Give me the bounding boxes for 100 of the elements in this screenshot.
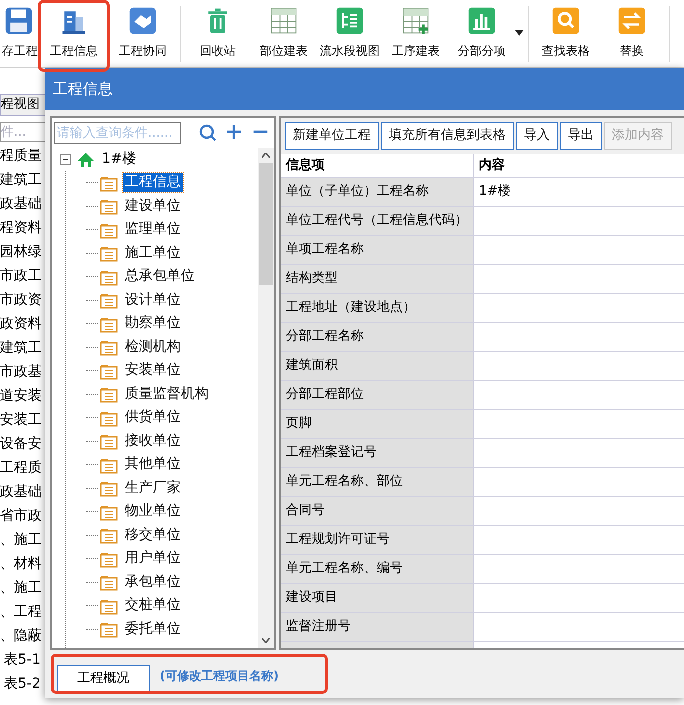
list-item[interactable]: 安装工 [0,408,45,432]
scrollbar[interactable] [258,148,274,648]
folder-icon [100,197,118,216]
tree-item[interactable]: 设计单位 [123,290,183,310]
tree-item[interactable]: 生产厂家 [123,478,183,498]
table-cell: 页脚 [281,410,474,438]
list-item[interactable]: 、隐蔽 [0,624,45,648]
list-item[interactable]: 、施工 [0,528,45,552]
tree-item[interactable]: 工程信息 [123,173,183,192]
toolbar-button[interactable]: 部位建表 [251,0,317,68]
toolbar-button[interactable]: 工程信息 [38,0,110,72]
tab[interactable]: 程视图 [0,94,45,116]
toolbar-button[interactable]: 导出 [560,122,602,150]
tree-item[interactable]: 质量监督机构 [123,384,211,404]
dropdown-arrow-icon[interactable] [515,30,524,36]
list-item[interactable]: 政资料 [0,312,45,336]
folder-icon [100,526,118,544]
tree-item[interactable]: 移交单位 [123,526,183,545]
folder-icon [100,244,118,262]
tree-item[interactable]: 建设单位 [123,196,183,216]
toolbar-button[interactable]: 流水段视图 [317,0,383,68]
toolbar-button[interactable]: 填充所有信息到表格 [381,122,514,150]
list-item[interactable]: 政基础 [0,480,45,504]
tree-item[interactable]: 物业单位 [123,502,183,522]
list-item[interactable]: 、施工 [0,576,45,600]
list-item[interactable]: 表5-2 [0,672,45,696]
table-cell: 单元工程名称、编号 [281,555,474,583]
list-item[interactable]: 道安装 [0,384,45,408]
list-item[interactable]: 、材料 [0,552,45,576]
list-item[interactable]: 市政资 [0,288,45,312]
toolbar-button[interactable]: 分部分项 [449,0,515,68]
list-item[interactable]: 建筑工 [0,336,45,360]
table-cell: 单位（子单位）工程名称 [281,178,474,206]
tree-item[interactable]: 安装单位 [123,361,183,380]
list-item[interactable]: 市政工 [0,264,45,288]
table-cell: 单位工程代号（工程信息代码） [281,207,474,235]
table-cell: 结构类型 [281,265,474,293]
list-item[interactable]: 建筑工 [0,168,45,192]
scroll-down-icon[interactable] [262,638,270,643]
table-cell: 建设项目 [281,584,474,612]
list-item[interactable]: 表5-1 [0,648,45,672]
folder-icon [100,573,118,592]
hint-text: (可修改工程项目名称) [160,668,279,686]
toolbar-button[interactable]: 存工程 [0,0,38,68]
table-cell: 分部工程名称 [281,323,474,351]
list-item[interactable]: 市政基 [0,360,45,384]
search-icon [551,6,581,36]
scroll-up-icon[interactable] [262,153,270,158]
toolbar-button[interactable]: 工序建表 [383,0,449,68]
tree-item[interactable]: 供货单位 [123,408,183,428]
toolbar-button[interactable]: 回收站 [185,0,251,68]
column-header: 信息项 [281,154,474,177]
tree-item[interactable]: 承包单位 [123,572,183,592]
window-title: 工程信息 [45,68,684,110]
scroll-thumb[interactable] [259,163,273,285]
tree-item[interactable]: 交桩单位 [123,596,183,616]
collapse-icon[interactable] [60,154,71,165]
tree-item[interactable]: 其他单位 [123,455,183,474]
tree-item[interactable]: 接收单位 [123,432,183,451]
house-icon [77,152,95,168]
folder-icon [100,479,118,498]
list-item[interactable]: 工程质 [0,456,45,480]
table-add-icon [401,6,431,36]
table-cell: 工程档案登记号 [281,439,474,467]
tree-item[interactable]: 施工单位 [123,244,183,263]
list-item[interactable]: 、工程 [0,600,45,624]
toolbar-button[interactable]: 工程协同 [110,0,176,68]
swap-icon [617,6,647,36]
folder-icon [100,338,118,356]
tree-item[interactable]: 用户单位 [123,549,183,568]
search-icon[interactable] [199,124,217,142]
tree-item[interactable]: 1#楼 [101,149,138,170]
tab[interactable]: 工程概况 [57,665,150,692]
toolbar-button[interactable]: 新建单位工程 [285,122,379,150]
table-cell: 工程规划许可证号 [281,526,474,554]
tree-item[interactable]: 监理单位 [123,220,183,240]
tree-item[interactable]: 检测机构 [123,338,183,357]
table-cell: 单元工程名称、部位 [281,468,474,496]
search-field[interactable]: 请输入查询条件...... [54,122,181,144]
table-icon [269,6,299,36]
list-item[interactable]: 设备安 [0,432,45,456]
folder-icon [100,291,118,310]
table-cell: 监督注册号 [281,613,474,641]
toolbar-button[interactable]: 查找表格 [533,0,599,68]
tree-item[interactable]: 勘察单位 [123,314,183,334]
list-item[interactable]: 园林绿 [0,240,45,264]
add-button[interactable]: + [225,123,244,143]
list-item[interactable]: 政基础 [0,192,45,216]
table-cell: 建筑面积 [281,352,474,380]
table-cell: 工程地址（建设地点） [281,294,474,322]
list-item[interactable]: 程资料 [0,216,45,240]
list-item[interactable]: 程质量 [0,144,45,168]
folder-icon [100,432,118,450]
tree-item[interactable]: 总承包单位 [123,267,197,286]
remove-button[interactable]: − [251,123,270,143]
tree-item[interactable]: 委托单位 [123,620,183,639]
toolbar-button[interactable]: 替换 [599,0,665,68]
list-item[interactable]: 省市政 [0,504,45,528]
toolbar-button[interactable]: 导入 [516,122,558,150]
table-cell: 分部工程部位 [281,381,474,409]
